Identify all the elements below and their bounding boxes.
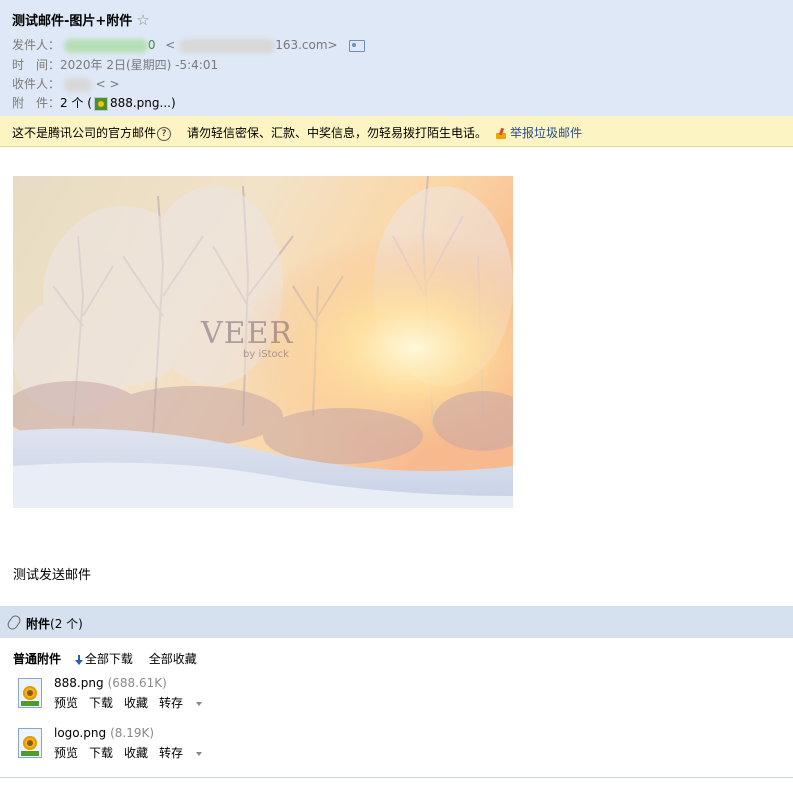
download-icon [74,654,83,665]
blurred-recipient-name [63,77,92,92]
save-link[interactable]: 收藏 [124,696,148,710]
preview-link[interactable]: 预览 [54,746,78,760]
time-value: 2020年 2日(星期四) -5:4:01 [60,58,219,72]
chevron-down-icon [196,701,203,706]
mail-body-text: 测试发送邮件 [13,568,92,583]
sender-name-visible[interactable]: 0 [148,38,156,52]
from-row: 发件人： 0 < 163.com> [12,36,366,53]
recipient-visible[interactable]: < > [96,77,120,91]
forward-dropdown[interactable]: 转存 [159,746,203,760]
attachment-size: (8.19K) [110,726,155,740]
security-warning-bar: 这不是腾讯公司的官方邮件? 请勿轻信密保、汇款、中奖信息，勿轻易拨打陌生电话。 举报… [0,116,793,147]
attachments-title: 附件 [26,617,51,631]
image-file-icon [93,96,108,111]
normal-attachments-label: 普通附件 [13,652,62,666]
download-link[interactable]: 下载 [89,746,113,760]
chevron-down-icon [196,751,203,756]
question-icon[interactable]: ? [157,126,172,141]
save-link[interactable]: 收藏 [124,746,148,760]
attachment-first-name[interactable]: 888.png...) [110,96,176,110]
image-file-icon[interactable] [18,728,42,758]
attachment-label: 附 件： [12,96,61,110]
blurred-sender-name [63,38,148,53]
attachment-name[interactable]: 888.png [54,676,104,690]
attachments-count: (2 个) [50,617,83,631]
download-all-link[interactable]: 全部下载 [85,652,133,666]
watermark-subtext: by iStock [243,349,289,360]
attachment-row: 附 件：2 个 ( 888.png...) [12,94,176,111]
attachments-section-header: 附件(2 个) [0,606,793,638]
contact-card-icon[interactable] [349,39,366,52]
time-label: 时 间： [12,58,61,72]
warning-text-advice: 请勿轻信密保、汇款、中奖信息，勿轻易拨打陌生电话。 [187,126,488,140]
star-icon[interactable]: ☆ [136,11,149,29]
warning-text-official: 这不是腾讯公司的官方邮件 [12,126,157,140]
inline-photo: VEER by iStock [13,176,513,508]
report-spam-link[interactable]: 举报垃圾邮件 [510,126,582,140]
attachment-name[interactable]: logo.png [54,726,106,740]
attachment-count: 2 个 ( [60,96,92,110]
sender-email-visible: 163.com> [275,38,338,52]
divider [0,777,793,778]
mail-subject: 测试邮件-图片+附件 ☆ [12,10,150,29]
attachments-toolbar: 普通附件 全部下载 全部收藏 [13,650,209,667]
mail-header: 测试邮件-图片+附件 ☆ 发件人： 0 < 163.com> 时 间：2020年 … [0,0,793,116]
image-file-icon[interactable] [18,678,42,708]
blurred-sender-email [179,38,276,53]
forward-label: 转存 [159,746,184,760]
subject-text: 测试邮件-图片+附件 [12,14,133,29]
attachment-item: 888.png (688.61K) 预览 下载 收藏 转存 [18,676,418,716]
forward-dropdown[interactable]: 转存 [159,696,203,710]
report-icon [495,128,507,140]
download-link[interactable]: 下载 [89,696,113,710]
to-label: 收件人： [12,77,61,91]
time-row: 时 间：2020年 2日(星期四) -5:4:01 [12,56,218,73]
attachment-item: logo.png (8.19K) 预览 下载 收藏 转存 [18,726,418,766]
from-label: 发件人： [12,38,61,52]
sender-email-open: < [165,38,176,52]
attachment-size: (688.61K) [107,676,167,690]
to-row: 收件人： < > [12,75,120,92]
paperclip-icon [5,613,23,632]
forward-label: 转存 [159,696,184,710]
preview-link[interactable]: 预览 [54,696,78,710]
watermark-text: VEER [201,316,294,351]
save-all-link[interactable]: 全部收藏 [149,652,197,666]
